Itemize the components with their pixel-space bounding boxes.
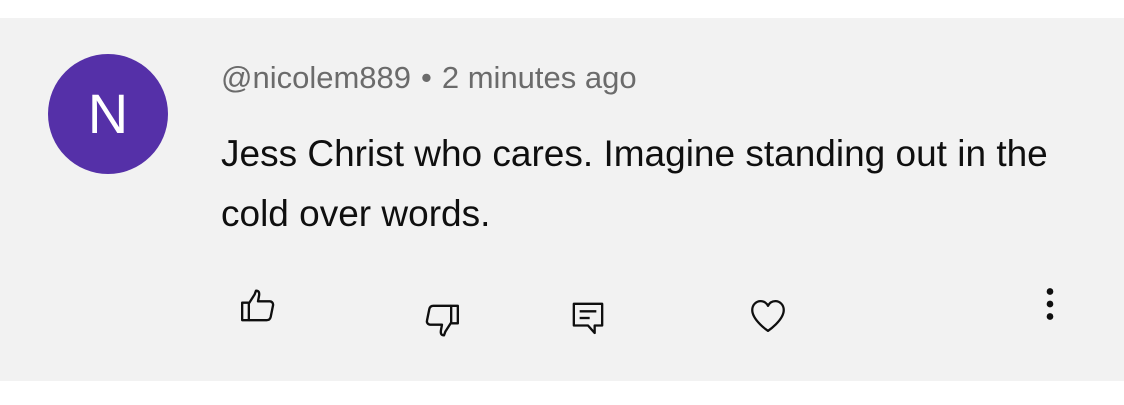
- like-button[interactable]: [230, 278, 286, 334]
- more-options-button[interactable]: [1022, 276, 1078, 332]
- heart-button[interactable]: [740, 288, 796, 344]
- timestamp[interactable]: 2 minutes ago: [442, 60, 637, 95]
- comment-card: N @nicolem889 • 2 minutes ago Jess Christ …: [0, 18, 1124, 381]
- more-vertical-icon: [1046, 288, 1054, 320]
- comment-meta: @nicolem889 • 2 minutes ago: [221, 58, 637, 98]
- username[interactable]: @nicolem889: [221, 60, 411, 95]
- reply-comment-icon: [572, 302, 604, 335]
- avatar-initial: N: [87, 82, 129, 145]
- thumbs-down-icon: [425, 304, 459, 337]
- comment-text: Jess Christ who cares. Imagine standing …: [221, 133, 1048, 234]
- reply-button[interactable]: [560, 290, 616, 346]
- dislike-button[interactable]: [414, 292, 470, 348]
- heart-icon: [751, 299, 785, 333]
- thumbs-up-icon: [241, 289, 275, 322]
- meta-separator: •: [421, 60, 432, 95]
- avatar[interactable]: N: [48, 54, 168, 174]
